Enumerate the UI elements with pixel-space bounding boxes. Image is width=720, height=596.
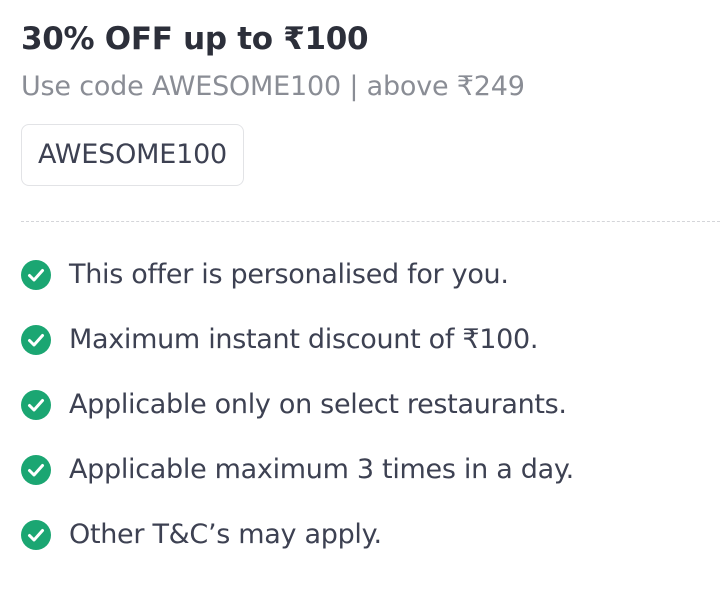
offer-title: 30% OFF up to ₹100 [21, 21, 369, 57]
term-item: Other T&C’s may apply. [21, 515, 720, 555]
check-circle-icon [21, 455, 51, 485]
coupon-code-box[interactable]: AWESOME100 [21, 124, 245, 186]
dashed-divider [21, 221, 720, 222]
term-item: Applicable maximum 3 times in a day. [21, 450, 720, 490]
check-circle-icon [21, 520, 51, 550]
check-circle-icon [21, 325, 51, 355]
term-item: Applicable only on select restaurants. [21, 385, 720, 425]
term-text: Other T&C’s may apply. [69, 519, 382, 550]
term-text: Maximum instant discount of ₹100. [69, 324, 539, 355]
term-item: Maximum instant discount of ₹100. [21, 320, 720, 360]
term-text: Applicable only on select restaurants. [69, 389, 567, 420]
term-text: Applicable maximum 3 times in a day. [69, 454, 574, 485]
term-item: This offer is personalised for you. [21, 255, 720, 295]
offer-terms-list: This offer is personalised for you. Maxi… [21, 255, 720, 555]
term-text: This offer is personalised for you. [69, 259, 509, 290]
offer-details-card: 30% OFF up to ₹100 Use code AWESOME100 |… [0, 0, 720, 596]
check-circle-icon [21, 390, 51, 420]
offer-subtitle: Use code AWESOME100 | above ₹249 [21, 71, 525, 102]
check-circle-icon [21, 260, 51, 290]
